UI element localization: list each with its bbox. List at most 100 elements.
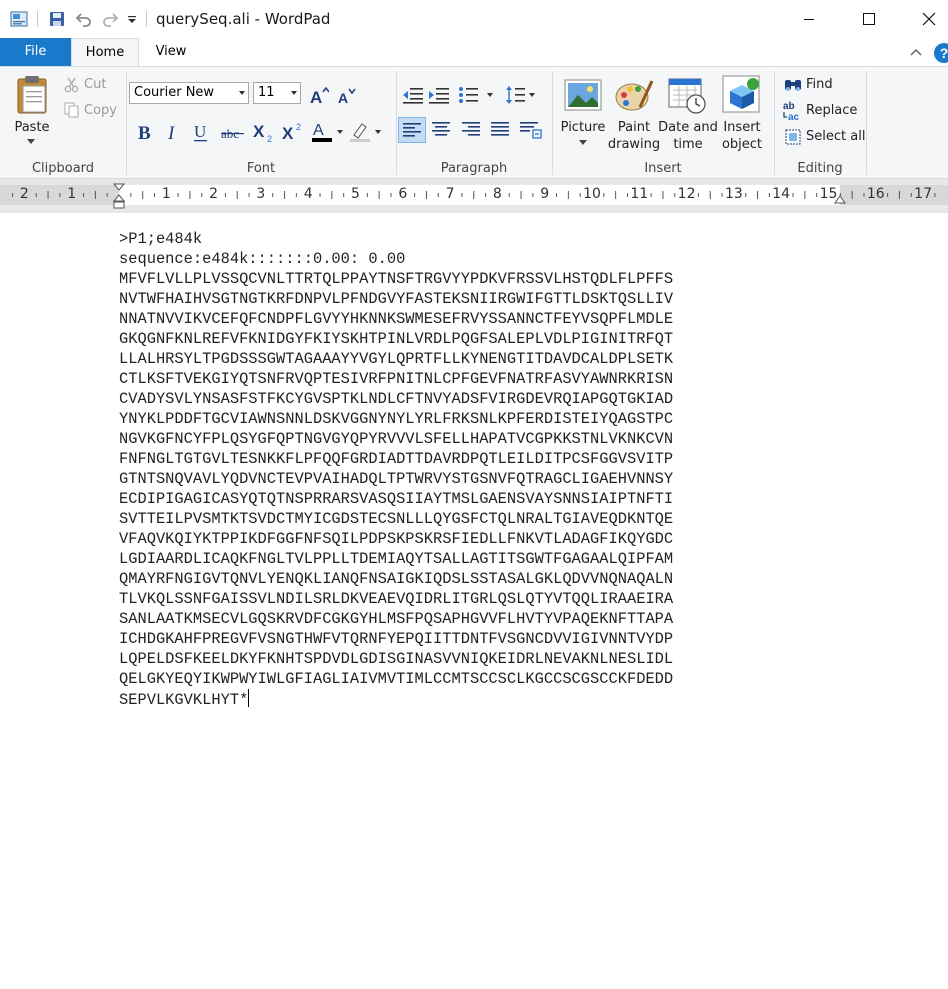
- clipboard-group-label: Clipboard: [31, 161, 95, 176]
- tab-home[interactable]: Home: [71, 38, 139, 66]
- increase-indent-icon[interactable]: [428, 85, 450, 105]
- save-icon[interactable]: [48, 10, 66, 28]
- document-line: NNATNVVIKVCEFQFCNDPFLGVYYHKNNKSWMESEFRVY…: [119, 310, 674, 328]
- subscript-icon[interactable]: X 2: [252, 121, 276, 143]
- title-bar: querySeq.ali - WordPad: [0, 0, 948, 38]
- editing-group-label: Editing: [797, 161, 843, 176]
- bullets-icon[interactable]: [458, 85, 496, 105]
- document-line: GKQGNFKNLREFVFKNIDGYFKIYSKHTPINLVRDLPQGF…: [119, 330, 674, 348]
- ruler-tick: [887, 193, 889, 197]
- ruler-number: 2: [209, 186, 219, 202]
- ruler-tick: [662, 191, 664, 199]
- undo-icon[interactable]: [75, 10, 93, 28]
- indent-marker-icon[interactable]: [113, 183, 125, 211]
- bold-icon[interactable]: B: [135, 121, 155, 143]
- minimize-button[interactable]: [786, 0, 832, 38]
- ruler-tick: [319, 193, 321, 197]
- ruler-tick: [142, 191, 144, 199]
- ruler-tick: [721, 193, 723, 197]
- ruler-tick: [520, 191, 522, 199]
- ruler-number: 14: [772, 186, 791, 202]
- picture-label: Picture: [560, 120, 606, 135]
- ruler-tick: [910, 193, 912, 197]
- insert-object-label-line1: Insert: [723, 120, 761, 135]
- highlight-icon[interactable]: [349, 120, 385, 144]
- ruler-tick: [414, 193, 416, 197]
- maximize-button[interactable]: [846, 0, 892, 38]
- ruler-tick: [331, 191, 333, 199]
- redo-icon[interactable]: [101, 10, 119, 28]
- ruler-number: 9: [540, 186, 550, 202]
- document-area[interactable]: >P1;e484k sequence:e484k:::::::0.00: 0.0…: [0, 213, 948, 989]
- ruler-number: 3: [256, 186, 266, 202]
- ruler-tick: [804, 191, 806, 199]
- font-family-select[interactable]: Courier New: [129, 82, 249, 104]
- document-line: >P1;e484k: [119, 230, 203, 248]
- svg-text:I: I: [167, 123, 176, 143]
- ruler-tick: [153, 193, 155, 197]
- justify-icon[interactable]: [491, 121, 509, 137]
- ruler-tick: [189, 191, 191, 199]
- underline-icon[interactable]: U: [191, 121, 211, 143]
- ruler[interactable]: 2 1 1 2 3 4 5 6 7 8 9 10 11 12 13 14 15 16 17: [0, 179, 948, 213]
- ruler-tick: [378, 191, 380, 199]
- document-line: TLVKQLSSNFGAISSVLNDILSRLDKVEAEVQIDRLITGR…: [119, 590, 674, 608]
- group-separator: [774, 71, 775, 175]
- wordpad-app-icon[interactable]: [10, 10, 28, 28]
- superscript-icon[interactable]: X 2: [281, 121, 305, 143]
- document-line: SEPVLKGVKLHYT*: [119, 691, 249, 709]
- tab-file[interactable]: File: [0, 38, 71, 66]
- calendar-clock-icon: [668, 78, 706, 114]
- decrease-indent-icon[interactable]: [402, 85, 424, 105]
- chevron-down-icon: [27, 139, 35, 144]
- ruler-number: 8: [492, 186, 502, 202]
- customize-quick-access-icon[interactable]: [126, 10, 138, 28]
- tab-view[interactable]: View: [139, 38, 203, 66]
- date-time-label-line2: time: [673, 137, 703, 152]
- document-text[interactable]: >P1;e484k sequence:e484k:::::::0.00: 0.0…: [119, 229, 673, 710]
- font-size-value: 11: [258, 85, 275, 100]
- collapse-ribbon-icon[interactable]: [908, 44, 924, 60]
- insert-group-label: Insert: [644, 161, 682, 176]
- ruler-number: 1: [67, 186, 77, 202]
- group-separator: [126, 71, 127, 175]
- copy-icon: [64, 102, 79, 118]
- picture-icon: [564, 79, 602, 111]
- svg-text:X: X: [253, 122, 265, 141]
- window-title: querySeq.ali - WordPad: [156, 10, 331, 28]
- strikethrough-icon[interactable]: abc: [220, 121, 246, 143]
- document-line: SANLAATKMSECVLGQSKRVDFCGKGYHLMSFPQSAPHGV…: [119, 610, 674, 628]
- line-spacing-icon[interactable]: [505, 85, 537, 105]
- shrink-font-icon[interactable]: A: [337, 85, 357, 105]
- font-size-select[interactable]: 11: [253, 82, 301, 104]
- help-icon[interactable]: ?: [934, 43, 948, 63]
- paragraph-settings-icon[interactable]: [520, 121, 542, 139]
- select-all-icon: [785, 129, 801, 145]
- title-separator: [37, 11, 38, 27]
- ruler-tick: [674, 193, 676, 197]
- text-caret: [248, 689, 250, 707]
- ruler-tick: [650, 193, 652, 197]
- right-indent-marker-icon[interactable]: [834, 195, 846, 205]
- grow-font-icon[interactable]: A: [309, 85, 329, 105]
- scissors-icon: [64, 77, 79, 93]
- ruler-tick: [83, 193, 85, 197]
- ruler-tick: [816, 193, 818, 197]
- ruler-tick: [485, 193, 487, 197]
- align-center-icon[interactable]: [432, 121, 450, 137]
- align-left-button[interactable]: [398, 117, 426, 143]
- text-color-icon[interactable]: A: [311, 120, 347, 144]
- paint-drawing-label: Paint drawing: [606, 119, 662, 153]
- copy-label: Copy: [84, 103, 117, 118]
- ruler-tick: [248, 193, 250, 197]
- align-right-icon[interactable]: [462, 121, 480, 137]
- ruler-number: 1: [161, 186, 171, 202]
- svg-text:A: A: [313, 122, 324, 139]
- close-button[interactable]: [906, 0, 948, 38]
- paint-palette-icon: [615, 80, 654, 111]
- italic-icon[interactable]: I: [163, 121, 181, 143]
- document-line: QMAYRFNGIGVTQNVLYENQKLIANQFNSAIGKIQDSLSS…: [119, 570, 674, 588]
- document-line: FNFNGLTGTGVLTESNKKFLPFQQFGRDIADTTDAVRDPQ…: [119, 450, 674, 468]
- svg-text:U: U: [194, 122, 206, 141]
- document-line: ECDIPIGAGICASYQTQTNSPRRARSVASQSIIAYTMSLG…: [119, 490, 674, 508]
